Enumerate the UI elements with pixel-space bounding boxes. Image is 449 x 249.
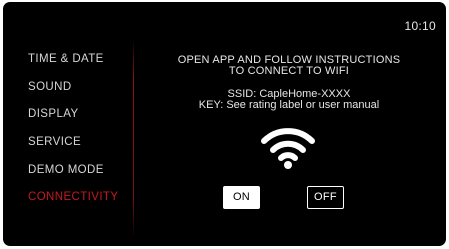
wifi-icon <box>261 128 315 169</box>
clock: 10:10 <box>404 19 436 33</box>
menu-item-demo-mode[interactable]: DEMO MODE <box>28 163 118 191</box>
network-info: SSID: CapleHome-XXXX KEY: See rating lab… <box>139 89 439 111</box>
menu-item-sound[interactable]: SOUND <box>28 80 118 108</box>
wifi-off-button[interactable]: OFF <box>307 186 344 209</box>
instruction-line-2: TO CONNECT TO WIFI <box>228 65 350 77</box>
connect-instructions: OPEN APP AND FOLLOW INSTRUCTIONS TO CONN… <box>139 55 439 77</box>
appliance-screen: 10:10 TIME & DATE SOUND DISPLAY SERVICE … <box>3 2 446 246</box>
menu-item-service[interactable]: SERVICE <box>28 135 118 163</box>
wifi-arc-inner <box>278 152 298 161</box>
menu-item-connectivity[interactable]: CONNECTIVITY <box>28 190 118 218</box>
menu-item-time-date[interactable]: TIME & DATE <box>28 52 118 80</box>
wifi-on-button[interactable]: ON <box>223 186 260 209</box>
wifi-dot <box>284 161 292 169</box>
key-text: KEY: See rating label or user manual <box>198 99 380 111</box>
wifi-arc-outer <box>261 128 315 144</box>
settings-menu: TIME & DATE SOUND DISPLAY SERVICE DEMO M… <box>28 52 118 218</box>
menu-item-display[interactable]: DISPLAY <box>28 107 118 135</box>
wifi-arc-middle <box>270 140 306 153</box>
menu-divider <box>133 38 134 238</box>
